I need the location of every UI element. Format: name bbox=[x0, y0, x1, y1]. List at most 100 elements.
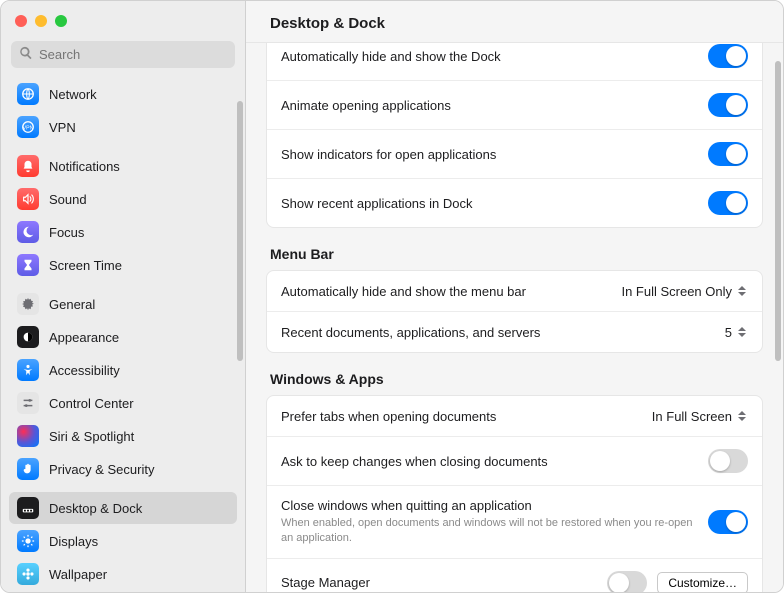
toggle-indicators[interactable] bbox=[708, 142, 748, 166]
sidebar-item-controlcenter[interactable]: Control Center bbox=[9, 387, 237, 419]
row-label: Ask to keep changes when closing documen… bbox=[281, 454, 698, 469]
select-prefer-tabs[interactable]: In Full Screen bbox=[652, 408, 748, 424]
search-field[interactable] bbox=[11, 41, 235, 68]
sidebar-item-label: Privacy & Security bbox=[49, 462, 154, 477]
select-autohide-menubar[interactable]: In Full Screen Only bbox=[621, 283, 748, 299]
menubar-section: Menu Bar Automatically hide and show the… bbox=[266, 246, 763, 353]
row-close-windows-quit: Close windows when quitting an applicati… bbox=[267, 486, 762, 559]
moon-icon bbox=[17, 221, 39, 243]
sidebar-item-displays[interactable]: Displays bbox=[9, 525, 237, 557]
row-label: Show indicators for open applications bbox=[281, 147, 698, 162]
sidebar-item-label: Displays bbox=[49, 534, 98, 549]
sidebar-item-sound[interactable]: Sound bbox=[9, 183, 237, 215]
svg-text:VPN: VPN bbox=[23, 126, 34, 132]
customize-button[interactable]: Customize… bbox=[657, 572, 748, 592]
sidebar-item-label: Screen Time bbox=[49, 258, 122, 273]
sidebar-scrollbar[interactable] bbox=[237, 101, 243, 361]
window-controls bbox=[1, 1, 245, 37]
select-value: In Full Screen bbox=[652, 409, 732, 424]
row-label-text: Close windows when quitting an applicati… bbox=[281, 498, 698, 513]
section-title: Windows & Apps bbox=[266, 371, 763, 387]
content-pane: Desktop & Dock Automatically hide and sh… bbox=[246, 1, 783, 592]
sidebar-item-privacy[interactable]: Privacy & Security bbox=[9, 453, 237, 485]
windows-card: Prefer tabs when opening documents In Fu… bbox=[266, 395, 763, 592]
dock-card: Automatically hide and show the Dock Ani… bbox=[266, 43, 763, 228]
sidebar-item-vpn[interactable]: VPN VPN bbox=[9, 111, 237, 143]
sidebar-item-accessibility[interactable]: Accessibility bbox=[9, 354, 237, 386]
search-input[interactable] bbox=[39, 47, 227, 62]
settings-window: Network VPN VPN Notifications Sound Focu… bbox=[0, 0, 784, 593]
row-prefer-tabs: Prefer tabs when opening documents In Fu… bbox=[267, 396, 762, 437]
sidebar-item-desktopdock[interactable]: Desktop & Dock bbox=[9, 492, 237, 524]
sidebar-item-network[interactable]: Network bbox=[9, 78, 237, 110]
row-indicators: Show indicators for open applications bbox=[267, 130, 762, 179]
toggle-ask-keep-changes[interactable] bbox=[708, 449, 748, 473]
sidebar-item-label: Notifications bbox=[49, 159, 120, 174]
sidebar-item-appearance[interactable]: Appearance bbox=[9, 321, 237, 353]
dock-icon bbox=[17, 497, 39, 519]
row-label: Recent documents, applications, and serv… bbox=[281, 325, 715, 340]
menubar-card: Automatically hide and show the menu bar… bbox=[266, 270, 763, 353]
row-label: Close windows when quitting an applicati… bbox=[281, 498, 698, 546]
toggle-stage-manager[interactable] bbox=[607, 571, 647, 592]
row-label: Show recent applications in Dock bbox=[281, 196, 698, 211]
sidebar-item-label: Appearance bbox=[49, 330, 119, 345]
content-scroll[interactable]: Automatically hide and show the Dock Ani… bbox=[246, 43, 783, 592]
page-title: Desktop & Dock bbox=[246, 1, 783, 43]
vpn-icon: VPN bbox=[17, 116, 39, 138]
zoom-window-button[interactable] bbox=[55, 15, 67, 27]
sidebar-item-siri[interactable]: Siri & Spotlight bbox=[9, 420, 237, 452]
sidebar: Network VPN VPN Notifications Sound Focu… bbox=[1, 1, 246, 592]
sidebar-item-focus[interactable]: Focus bbox=[9, 216, 237, 248]
row-autohide-menubar: Automatically hide and show the menu bar… bbox=[267, 271, 762, 312]
sidebar-item-label: Sound bbox=[49, 192, 87, 207]
close-window-button[interactable] bbox=[15, 15, 27, 27]
speaker-icon bbox=[17, 188, 39, 210]
toggle-animate-opening[interactable] bbox=[708, 93, 748, 117]
windows-section: Windows & Apps Prefer tabs when opening … bbox=[266, 371, 763, 592]
select-recent-docs[interactable]: 5 bbox=[725, 324, 748, 340]
row-animate-opening: Animate opening applications bbox=[267, 81, 762, 130]
row-label: Stage Manager bbox=[281, 575, 597, 590]
select-value: 5 bbox=[725, 325, 732, 340]
row-autohide-dock: Automatically hide and show the Dock bbox=[267, 43, 762, 81]
sidebar-item-label: VPN bbox=[49, 120, 76, 135]
toggle-close-windows-quit[interactable] bbox=[708, 510, 748, 534]
sidebar-item-screentime[interactable]: Screen Time bbox=[9, 249, 237, 281]
row-recent-apps: Show recent applications in Dock bbox=[267, 179, 762, 227]
content-scrollbar[interactable] bbox=[775, 61, 781, 361]
sidebar-item-label: Network bbox=[49, 87, 97, 102]
updown-icon bbox=[736, 408, 748, 424]
row-label: Prefer tabs when opening documents bbox=[281, 409, 642, 424]
updown-icon bbox=[736, 324, 748, 340]
row-label: Animate opening applications bbox=[281, 98, 698, 113]
sidebar-item-label: Desktop & Dock bbox=[49, 501, 142, 516]
row-label: Automatically hide and show the menu bar bbox=[281, 284, 611, 299]
toggle-recent-apps[interactable] bbox=[708, 191, 748, 215]
hourglass-icon bbox=[17, 254, 39, 276]
appearance-icon bbox=[17, 326, 39, 348]
select-value: In Full Screen Only bbox=[621, 284, 732, 299]
hand-icon bbox=[17, 458, 39, 480]
row-sublabel: When enabled, open documents and windows… bbox=[281, 516, 698, 546]
accessibility-icon bbox=[17, 359, 39, 381]
sidebar-item-label: General bbox=[49, 297, 95, 312]
minimize-window-button[interactable] bbox=[35, 15, 47, 27]
sidebar-item-label: Focus bbox=[49, 225, 84, 240]
brightness-icon bbox=[17, 530, 39, 552]
sidebar-item-label: Wallpaper bbox=[49, 567, 107, 582]
gear-icon bbox=[17, 293, 39, 315]
sidebar-list[interactable]: Network VPN VPN Notifications Sound Focu… bbox=[1, 78, 245, 592]
toggle-autohide-dock[interactable] bbox=[708, 44, 748, 68]
section-title: Menu Bar bbox=[266, 246, 763, 262]
siri-icon bbox=[17, 425, 39, 447]
row-stage-manager: Stage Manager Customize… bbox=[267, 559, 762, 592]
sidebar-item-notifications[interactable]: Notifications bbox=[9, 150, 237, 182]
globe-icon bbox=[17, 83, 39, 105]
row-ask-keep-changes: Ask to keep changes when closing documen… bbox=[267, 437, 762, 486]
search-icon bbox=[19, 46, 33, 63]
sidebar-item-general[interactable]: General bbox=[9, 288, 237, 320]
row-recent-docs: Recent documents, applications, and serv… bbox=[267, 312, 762, 352]
sidebar-item-wallpaper[interactable]: Wallpaper bbox=[9, 558, 237, 590]
sliders-icon bbox=[17, 392, 39, 414]
